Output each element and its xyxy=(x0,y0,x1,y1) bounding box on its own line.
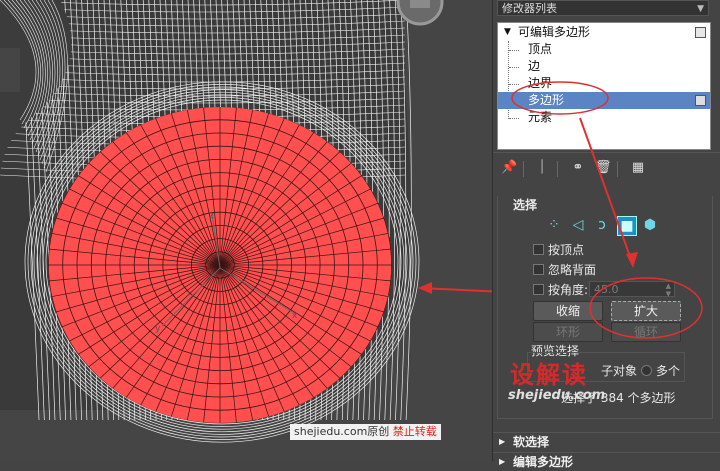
stack-item-vertex[interactable]: 顶点 xyxy=(498,41,710,58)
credit-warning: 禁止转载 xyxy=(392,425,437,438)
stack-root-light-icon[interactable] xyxy=(695,27,706,38)
loop-button[interactable]: 循环 xyxy=(611,322,681,342)
expand-icon: ▶ xyxy=(499,457,506,466)
chevron-down-icon: ▼ xyxy=(697,4,704,14)
make-unique-icon[interactable]: ⚭ xyxy=(571,161,585,175)
stack-root-editable-poly[interactable]: ▼ 可编辑多边形 xyxy=(498,24,710,41)
grow-button[interactable]: 扩大 xyxy=(611,301,681,321)
credit-banner: shejiedu.com原创 禁止转载 xyxy=(290,424,441,440)
angle-spinner[interactable]: 45.0 ▲ ▼ xyxy=(589,281,675,298)
by-angle-label: 按角度: xyxy=(548,283,589,297)
svg-text:x: x xyxy=(292,311,298,321)
viewport[interactable]: z y x xyxy=(0,0,492,461)
edit-polygons-rollout[interactable]: ▶ 编辑多边形 xyxy=(493,452,720,471)
soft-selection-rollout[interactable]: ▶ 软选择 xyxy=(493,432,720,451)
collapse-toggle-icon[interactable]: ▼ xyxy=(504,24,511,41)
stack-item-label: 顶点 xyxy=(528,42,553,56)
selection-rollout-title[interactable]: 选择 xyxy=(513,196,537,213)
show-end-result-icon[interactable]: ⏐ xyxy=(535,161,549,175)
stack-item-border[interactable]: 边界 xyxy=(498,75,710,92)
stack-item-label: 多边形 xyxy=(528,93,565,107)
modifier-stack[interactable]: ▼ 可编辑多边形 顶点 边 边界 多边形 元素 xyxy=(497,22,711,150)
soft-selection-label: 软选择 xyxy=(513,435,550,449)
pin-icon[interactable]: 📌 xyxy=(501,161,517,175)
viewcube[interactable] xyxy=(396,0,444,26)
radio-dot xyxy=(641,365,652,376)
stack-item-polygon[interactable]: 多边形 xyxy=(498,92,710,109)
remove-modifier-icon[interactable]: 🗑 xyxy=(595,161,612,175)
stack-item-label: 元素 xyxy=(528,110,553,124)
credit-site: shejiedu.com原创 xyxy=(294,425,390,438)
toolbar-separator xyxy=(617,161,618,177)
watermark-logo: 设解读 xyxy=(510,361,588,389)
annotation-arrow-left xyxy=(418,282,492,294)
preview-multiple-label: 多个 xyxy=(656,364,681,378)
checkbox-box xyxy=(533,284,544,295)
checkbox-box xyxy=(533,264,544,275)
ring-button[interactable]: 环形 xyxy=(533,322,603,342)
checkbox-box xyxy=(533,244,544,255)
stack-item-element[interactable]: 元素 xyxy=(498,109,710,126)
toolbar-separator xyxy=(523,161,524,177)
stack-item-label: 边界 xyxy=(528,76,553,90)
modifier-list-label: 修改器列表 xyxy=(502,2,557,15)
stack-item-edge[interactable]: 边 xyxy=(498,58,710,75)
by-vertex-label: 按顶点 xyxy=(548,243,585,257)
edit-polygons-label: 编辑多边形 xyxy=(513,455,574,469)
stack-item-polygon-icon xyxy=(695,95,706,106)
ignore-backfacing-checkbox[interactable]: 忽略背面 xyxy=(533,262,596,278)
preview-subobject-label: 子对象 xyxy=(601,364,638,378)
border-icon[interactable]: ↄ xyxy=(593,216,611,234)
svg-text:y: y xyxy=(155,324,161,334)
stack-item-label: 边 xyxy=(528,59,541,73)
ignore-backfacing-label: 忽略背面 xyxy=(548,263,597,277)
viewport-canvas[interactable]: z y x xyxy=(0,0,492,461)
preview-multiple-radio[interactable]: 多个 xyxy=(641,362,680,379)
element-icon[interactable]: ⬢ xyxy=(641,216,659,234)
angle-value: 45.0 xyxy=(594,283,619,296)
svg-text:z: z xyxy=(209,211,214,221)
preview-subobject-radio[interactable]: 子对象 xyxy=(601,362,637,379)
stack-root-label: 可编辑多边形 xyxy=(518,25,591,39)
vertex-icon[interactable]: ⁘ xyxy=(545,216,563,234)
stack-toolbar: 📌 ⏐ ⚭ 🗑 ▦ xyxy=(493,152,720,183)
edge-icon[interactable]: ◁ xyxy=(569,216,587,234)
by-angle-checkbox[interactable]: 按角度: xyxy=(533,282,588,298)
configure-sets-icon[interactable]: ▦ xyxy=(631,161,645,175)
spinner-arrows-icon[interactable]: ▲ ▼ xyxy=(666,282,671,298)
expand-icon: ▶ xyxy=(499,437,506,446)
polygon-icon[interactable]: ■ xyxy=(617,216,637,236)
watermark-url: shejiedu.com xyxy=(508,388,606,403)
toolbar-separator xyxy=(557,161,558,177)
shrink-button[interactable]: 收缩 xyxy=(533,301,603,321)
by-vertex-checkbox[interactable]: 按顶点 xyxy=(533,242,584,258)
modifier-list-dropdown[interactable]: 修改器列表 ▼ xyxy=(497,0,709,16)
